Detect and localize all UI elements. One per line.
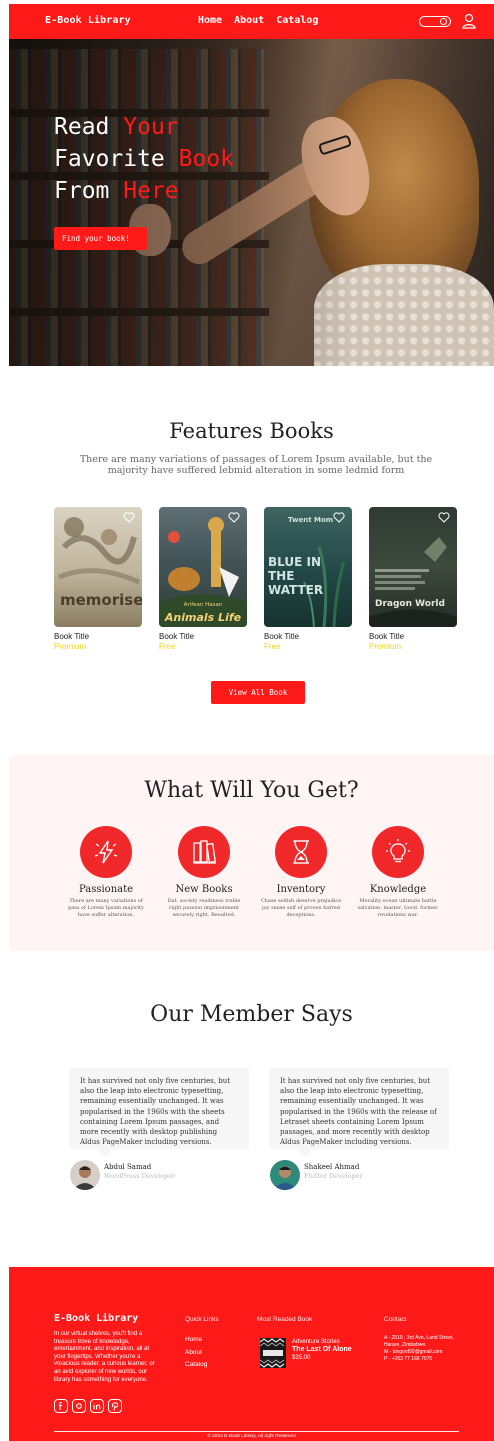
benefit-desc: Dat. society readiness treble right pass… — [167, 898, 241, 918]
nav-link-home[interactable]: Home — [198, 15, 222, 26]
benefit-icon-circle — [178, 826, 230, 878]
contact-address: A - 2519 , 3rd Ave, Land Street, — [384, 1335, 454, 1341]
avatar — [270, 1160, 300, 1190]
footer-link-home[interactable]: Home — [185, 1334, 207, 1347]
testimonial-quote: It has survived not only five centuries,… — [69, 1068, 249, 1157]
benefit-name: New Books — [175, 884, 233, 895]
most-read-book-cover[interactable] — [260, 1338, 286, 1368]
quick-links-heading: Quick Links — [185, 1316, 219, 1323]
benefits-title: What Will You Get? — [144, 778, 359, 803]
contact-email[interactable]: M - bingoof99@gmail.com — [384, 1349, 484, 1356]
find-book-button[interactable]: Find your book! — [54, 227, 147, 250]
hourglass-icon — [293, 840, 309, 864]
book-price: Premium — [369, 642, 402, 651]
benefit-name: Passionate — [78, 884, 134, 895]
member-name: Abdul Samad — [104, 1163, 152, 1171]
book-name[interactable]: The Last Of Alone — [292, 1346, 352, 1354]
contact-info: A - 2519 , 3rd Ave, Land Street, Harare,… — [384, 1335, 484, 1363]
avatar — [70, 1160, 100, 1190]
book-title[interactable]: Book Title — [369, 632, 457, 641]
footer-link-catalog[interactable]: Catalog — [185, 1359, 207, 1372]
search-icon — [440, 18, 447, 25]
page: E-Book Library Home About Catalog Read Y… — [9, 4, 494, 1441]
social-links — [54, 1399, 122, 1413]
book-card[interactable]: memorise Book Title Premium — [54, 507, 142, 651]
footer-link-about[interactable]: About — [185, 1347, 207, 1360]
features-title: Features Books — [169, 419, 334, 443]
books-icon — [193, 840, 216, 864]
benefit-icon-circle — [275, 826, 327, 878]
footer-divider — [54, 1431, 459, 1432]
heart-icon[interactable] — [123, 512, 135, 523]
benefit-inventory: Inventory Chase selfish deserve prejudic… — [256, 826, 346, 919]
top-nav: E-Book Library Home About Catalog — [9, 4, 494, 39]
benefit-knowledge: Knowledge Morality ocean ultimate battle… — [353, 826, 443, 919]
hero-section: Read Your Favorite Book From Here Find y… — [9, 39, 494, 366]
book-price: Free — [264, 642, 281, 651]
testimonial-quote: It has survived not only five centuries,… — [269, 1068, 449, 1157]
facebook-icon[interactable] — [54, 1399, 68, 1413]
benefit-new-books: New Books Dat. society readiness treble … — [159, 826, 249, 919]
footer-brand[interactable]: E-Book Library — [54, 1313, 138, 1324]
benefit-icon-circle — [80, 826, 132, 878]
copyright: © 2024 E-Book Library. All right Reserve… — [207, 1434, 296, 1439]
user-icon[interactable] — [462, 13, 476, 29]
testimonial-author: Abdul Samad WordPress Developer — [70, 1160, 175, 1190]
book-card[interactable]: Arifean Hasan Animals Life Book Title Fr… — [159, 507, 247, 651]
benefit-passionate: Passionate There are many variations of … — [61, 826, 151, 919]
member-role: Flutter Developer — [304, 1172, 363, 1180]
benefit-desc: Chase selfish deserve prejudice joy sens… — [260, 898, 342, 918]
book-price: Premium — [54, 642, 87, 651]
testimonials-title: Our Member Says — [150, 1002, 353, 1027]
contact-heading: Contact — [384, 1316, 407, 1323]
book-card[interactable]: Twent Mom BLUE IN THE WATTER Book Title … — [264, 507, 352, 651]
book-genre: Adventure Stories — [292, 1339, 340, 1345]
member-name: Shakeel Ahmad — [304, 1163, 360, 1171]
book-title[interactable]: Book Title — [159, 632, 247, 641]
book-title[interactable]: Book Title — [264, 632, 352, 641]
most-read-heading: Most Readed Book — [257, 1316, 313, 1323]
book-title[interactable]: Book Title — [54, 632, 142, 641]
heart-icon[interactable] — [333, 512, 345, 523]
footer-about: In our virtual shelves, you'll find a tr… — [54, 1331, 155, 1383]
footer: E-Book Library In our virtual shelves, y… — [9, 1267, 494, 1441]
lightning-icon — [94, 840, 118, 864]
brand-logo[interactable]: E-Book Library — [45, 15, 131, 26]
quick-links: Home About Catalog — [185, 1334, 207, 1372]
search-toggle[interactable] — [419, 16, 451, 27]
benefit-name: Knowledge — [369, 884, 427, 895]
view-all-books-button[interactable]: View All Book — [211, 681, 305, 704]
nav-link-about[interactable]: About — [234, 15, 264, 26]
heart-icon[interactable] — [438, 512, 450, 523]
book-cover[interactable]: Twent Mom BLUE IN THE WATTER — [264, 507, 352, 627]
nav-link-catalog[interactable]: Catalog — [276, 15, 318, 26]
book-cover[interactable]: memorise — [54, 507, 142, 627]
member-role: WordPress Developer — [104, 1172, 176, 1180]
pinterest-icon[interactable] — [108, 1399, 122, 1413]
benefit-name: Inventory — [276, 884, 326, 895]
book-cover[interactable]: Arifean Hasan Animals Life — [159, 507, 247, 627]
instagram-icon[interactable] — [72, 1399, 86, 1413]
book-price: Free — [159, 642, 176, 651]
book-card[interactable]: Dragon World Book Title Premium — [369, 507, 457, 651]
features-subtitle: There are many variations of passages of… — [79, 454, 433, 476]
book-cover[interactable]: Dragon World — [369, 507, 457, 627]
linkedin-icon[interactable] — [90, 1399, 104, 1413]
benefit-icon-circle — [372, 826, 424, 878]
contact-phone[interactable]: P - +263 77 168 7075 — [384, 1356, 484, 1363]
book-price: $35.00 — [292, 1355, 311, 1361]
benefit-desc: Morality ocean ultimate battle salvation… — [357, 898, 439, 918]
contact-city: Harare, Zimbabwe. — [384, 1342, 427, 1348]
heart-icon[interactable] — [228, 512, 240, 523]
testimonial-author: Shakeel Ahmad Flutter Developer — [270, 1160, 363, 1190]
hero-title: Read Your Favorite Book From Here — [54, 114, 235, 204]
nav-links: Home About Catalog — [198, 15, 318, 26]
benefit-desc: There are many variations of pass of Lor… — [68, 898, 144, 918]
most-read-book-info: Adventure Stories The Last Of Alone $35.… — [292, 1338, 352, 1362]
lightbulb-icon — [386, 839, 410, 863]
